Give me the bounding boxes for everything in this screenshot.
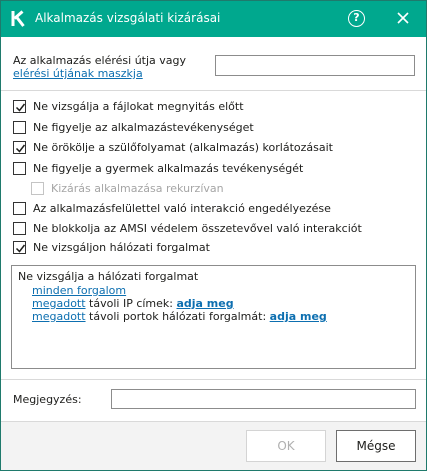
checkbox-unchecked[interactable] [13,162,26,175]
title-bar: Alkalmazás vizsgálati kizárásai ? [1,1,426,37]
checkbox-unchecked[interactable] [13,222,26,235]
checkbox-unchecked[interactable] [13,121,26,134]
option-label: Ne figyelje a gyermek alkalmazás tevéken… [33,162,304,175]
help-icon[interactable]: ? [348,10,365,27]
path-label: Az alkalmazás elérési útja vagy elérési … [13,54,213,80]
port-line-text: távoli portok hálózati forgalmát: [85,310,270,323]
window-title: Alkalmazás vizsgálati kizárásai [35,11,221,25]
checkbox-checked[interactable] [13,100,26,113]
checkbox-disabled [31,182,44,195]
path-label-text: Az alkalmazás elérési útja vagy [13,54,187,67]
ip-specify-link[interactable]: adja meg [176,297,233,310]
port-specify-link[interactable]: adja meg [270,310,327,323]
checkbox-unchecked[interactable] [13,202,26,215]
ip-line-text: távoli IP címek: [85,297,177,310]
comment-label: Megjegyzés: [13,393,82,406]
path-mask-link[interactable]: elérési útjának maszkja [13,67,143,80]
all-traffic-link[interactable]: minden forgalom [32,284,126,297]
rule-description-box: Ne vizsgálja a hálózati forgalmat minden… [11,265,416,369]
check-icon [15,103,26,112]
checkbox-checked[interactable] [13,241,26,254]
option-label: Ne vizsgáljon hálózati forgalmat [33,241,210,254]
ip-specified-link[interactable]: megadott [32,297,86,310]
comment-input[interactable] [111,389,416,409]
dialog-footer: OK Mégse [1,421,426,470]
divider [1,379,426,380]
exclusion-dialog: Alkalmazás vizsgálati kizárásai ? Az alk… [0,0,427,471]
port-specified-link[interactable]: megadott [32,310,86,323]
option-label: Ne örökölje a szülőfolyamat (alkalmazás)… [33,141,333,154]
description-title: Ne vizsgálja a hálózati forgalmat [18,270,199,283]
checkbox-checked[interactable] [13,141,26,154]
close-icon[interactable] [394,9,412,27]
option-label: Az alkalmazásfelülettel való interakció … [33,202,331,215]
port-line: megadott távoli portok hálózati forgalmá… [32,310,327,323]
option-label: Kizárás alkalmazása rekurzívan [51,182,224,195]
option-label: Ne blokkolja az AMSI védelem összetevőve… [33,222,362,235]
ip-line: megadott távoli IP címek: adja meg [32,297,234,310]
all-traffic-link-text[interactable]: minden forgalom [32,284,126,297]
option-label: Ne figyelje az alkalmazástevékenységet [33,121,254,134]
option-label: Ne vizsgálja a fájlokat megnyitás előtt [33,100,244,113]
path-input[interactable] [215,55,415,76]
divider [1,90,426,91]
check-icon [15,144,26,153]
cancel-button[interactable]: Mégse [336,430,416,462]
ok-button[interactable]: OK [246,430,326,462]
kaspersky-logo-icon [11,10,25,27]
check-icon [15,244,26,253]
